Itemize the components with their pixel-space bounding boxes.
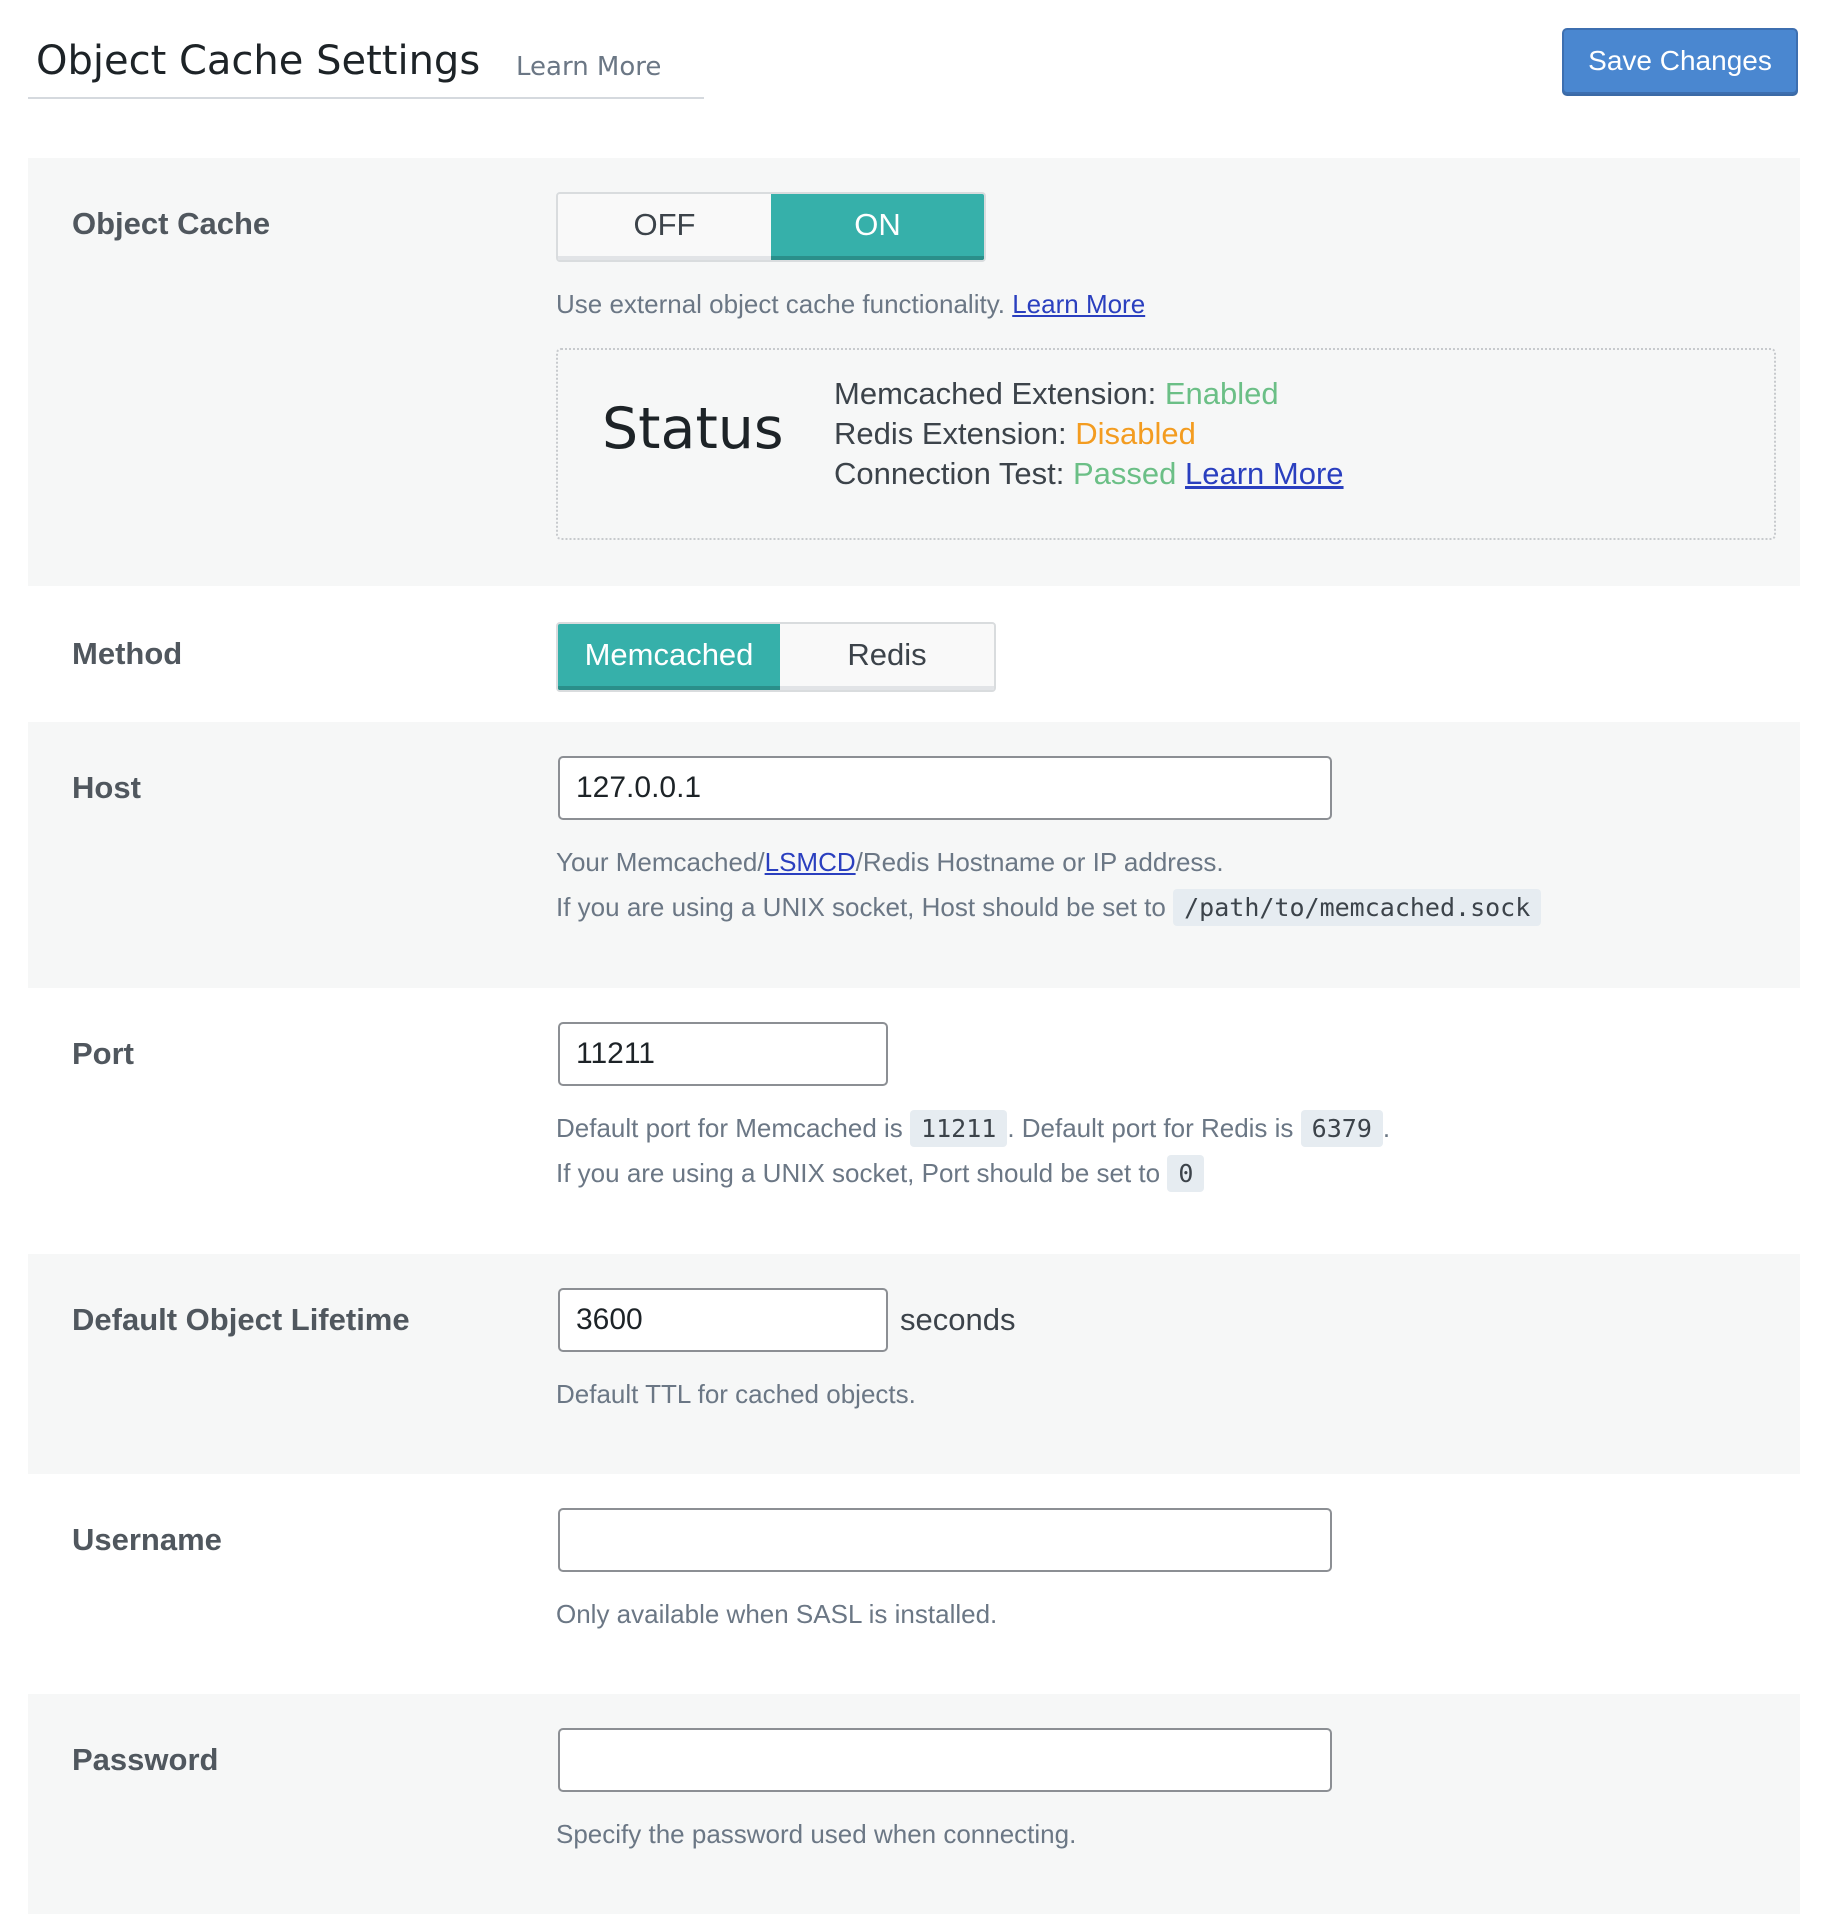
object-cache-label: Object Cache	[72, 206, 271, 241]
username-row: Username Only available when SASL is ins…	[28, 1474, 1800, 1694]
object-cache-description-text: Use external object cache functionality.	[556, 289, 1005, 319]
lifetime-input[interactable]	[558, 1288, 888, 1352]
port-socket-code: 0	[1167, 1155, 1205, 1192]
host-description-prefix: Your Memcached/	[556, 847, 765, 877]
password-input[interactable]	[558, 1728, 1332, 1792]
lifetime-row: Default Object Lifetime seconds Default …	[28, 1254, 1800, 1474]
status-lines: Memcached Extension: Enabled Redis Exten…	[834, 374, 1344, 494]
port-description-end: .	[1382, 1113, 1391, 1143]
title-tab: Object Cache Settings Learn More	[28, 28, 704, 99]
status-box: Status Memcached Extension: Enabled Redi…	[556, 348, 1776, 540]
password-label: Password	[72, 1742, 219, 1777]
object-cache-row: Object Cache OFF ON Use external object …	[28, 158, 1800, 586]
username-label: Username	[72, 1522, 222, 1557]
object-cache-toggle: OFF ON	[556, 192, 986, 262]
host-socket-note: If you are using a UNIX socket, Host sho…	[556, 885, 1542, 930]
connection-test-label: Connection Test:	[834, 456, 1065, 491]
page-title: Object Cache Settings	[36, 38, 481, 84]
host-input[interactable]	[558, 756, 1332, 820]
port-input[interactable]	[558, 1022, 888, 1086]
object-cache-settings-page: Object Cache Settings Learn More Save Ch…	[0, 0, 1828, 1924]
port-socket-note: If you are using a UNIX socket, Port sho…	[556, 1151, 1205, 1196]
port-memcached-text: Default port for Memcached is	[556, 1113, 903, 1143]
lifetime-description: Default TTL for cached objects.	[556, 1379, 916, 1409]
status-title: Status	[602, 396, 784, 462]
object-cache-description: Use external object cache functionality.…	[556, 282, 1145, 327]
host-row: Host Your Memcached/LSMCD/Redis Hostname…	[28, 722, 1800, 988]
lifetime-unit: seconds	[900, 1302, 1016, 1337]
object-cache-learn-more-link[interactable]: Learn More	[1012, 289, 1145, 319]
method-redis-option[interactable]: Redis	[780, 624, 994, 690]
host-description-suffix: /Redis Hostname or IP address.	[855, 847, 1224, 877]
port-memcached-code: 11211	[910, 1110, 1008, 1147]
method-row: Method Memcached Redis	[28, 586, 1800, 722]
lsmcd-link[interactable]: LSMCD	[765, 847, 856, 877]
host-socket-code: /path/to/memcached.sock	[1173, 889, 1542, 926]
port-redis-code: 6379	[1300, 1110, 1383, 1147]
connection-test-status: Connection Test: Passed Learn More	[834, 454, 1344, 494]
port-description: Default port for Memcached is 11211. Def…	[556, 1106, 1390, 1151]
connection-test-value: Passed	[1072, 456, 1177, 491]
status-learn-more-link[interactable]: Learn More	[1185, 456, 1344, 491]
port-socket-text: If you are using a UNIX socket, Port sho…	[556, 1158, 1161, 1188]
host-label: Host	[72, 770, 141, 805]
username-input[interactable]	[558, 1508, 1332, 1572]
method-memcached-option[interactable]: Memcached	[558, 624, 780, 690]
port-redis-text: . Default port for Redis is	[1007, 1113, 1294, 1143]
object-cache-off-option[interactable]: OFF	[558, 194, 771, 260]
header-learn-more-link[interactable]: Learn More	[516, 52, 661, 82]
save-changes-button[interactable]: Save Changes	[1562, 28, 1798, 94]
memcached-extension-value: Enabled	[1164, 376, 1279, 411]
page-header: Object Cache Settings Learn More Save Ch…	[28, 28, 1800, 108]
object-cache-on-option[interactable]: ON	[771, 194, 984, 260]
host-socket-text: If you are using a UNIX socket, Host sho…	[556, 892, 1166, 922]
memcached-extension-status: Memcached Extension: Enabled	[834, 374, 1344, 414]
lifetime-label: Default Object Lifetime	[72, 1302, 410, 1337]
host-description: Your Memcached/LSMCD/Redis Hostname or I…	[556, 840, 1224, 885]
method-toggle: Memcached Redis	[556, 622, 996, 692]
redis-extension-status: Redis Extension: Disabled	[834, 414, 1344, 454]
method-label: Method	[72, 636, 183, 671]
redis-extension-value: Disabled	[1075, 416, 1196, 451]
memcached-extension-label: Memcached Extension:	[834, 376, 1157, 411]
password-row: Password Specify the password used when …	[28, 1694, 1800, 1914]
port-row: Port Default port for Memcached is 11211…	[28, 988, 1800, 1254]
redis-extension-label: Redis Extension:	[834, 416, 1067, 451]
port-label: Port	[72, 1036, 134, 1071]
password-description: Specify the password used when connectin…	[556, 1819, 1077, 1849]
username-description: Only available when SASL is installed.	[556, 1599, 998, 1629]
